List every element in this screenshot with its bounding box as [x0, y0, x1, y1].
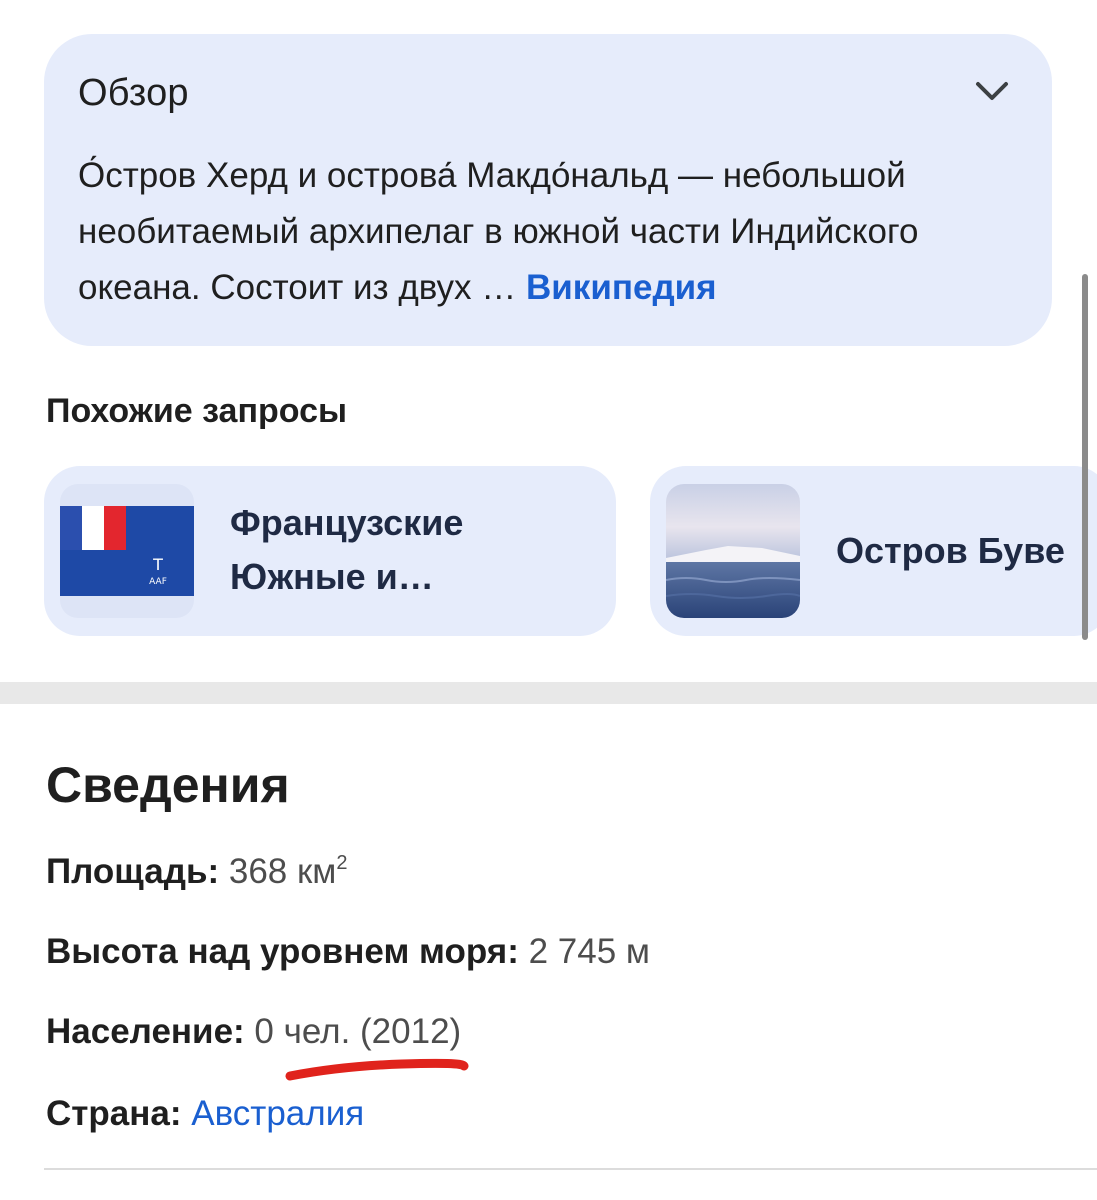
fact-elevation-label: Высота над уровнем моря:	[46, 932, 519, 971]
fact-area-value: 368 км2	[228, 852, 348, 891]
overview-snippet: О́стров Херд и острова́ Макдо́нальд — не…	[78, 156, 919, 307]
overview-title: Обзор	[78, 72, 189, 114]
svg-text:AAF: AAF	[149, 577, 167, 587]
overview-description: О́стров Херд и острова́ Макдо́нальд — не…	[78, 148, 1038, 316]
island-photo-thumbnail	[666, 484, 800, 618]
related-item-bouvet-island[interactable]: Остров Буве	[650, 466, 1097, 636]
scrollbar[interactable]	[1082, 274, 1088, 640]
fact-population: Население: 0 чел. (2012)	[46, 1012, 461, 1052]
flag-icon: T AAF	[60, 484, 194, 618]
fact-population-label: Население:	[46, 1012, 245, 1051]
related-item-label: Французские Южные и…	[230, 502, 464, 597]
related-item-french-southern-lands[interactable]: T AAF Французские Южные и…	[44, 466, 616, 636]
fact-area: Площадь: 368 км2	[46, 852, 347, 892]
fact-country: Страна: Австралия	[46, 1094, 364, 1134]
related-searches-heading: Похожие запросы	[46, 392, 348, 430]
search-result-page: Обзор О́стров Херд и острова́ Макдо́наль…	[0, 0, 1097, 1200]
fact-area-label: Площадь:	[46, 852, 220, 891]
fact-population-value: 0 чел. (2012)	[254, 1012, 462, 1051]
sea-photo-icon	[666, 484, 800, 618]
svg-text:T: T	[152, 555, 163, 574]
red-underline-annotation	[285, 1058, 469, 1081]
facts-title: Сведения	[46, 757, 290, 813]
flag-thumbnail: T AAF	[60, 484, 194, 618]
fact-elevation-value: 2 745 м	[528, 932, 650, 971]
overview-card[interactable]: Обзор О́стров Херд и острова́ Макдо́наль…	[44, 34, 1052, 346]
country-link[interactable]: Австралия	[191, 1094, 364, 1133]
fact-elevation: Высота над уровнем моря: 2 745 м	[46, 932, 650, 972]
section-divider	[0, 682, 1097, 704]
divider-line	[44, 1168, 1097, 1170]
fact-country-label: Страна:	[46, 1094, 182, 1133]
wikipedia-link[interactable]: Википедия	[526, 268, 717, 307]
related-item-label: Остров Буве	[836, 530, 1065, 571]
chevron-down-icon[interactable]	[972, 76, 1012, 106]
